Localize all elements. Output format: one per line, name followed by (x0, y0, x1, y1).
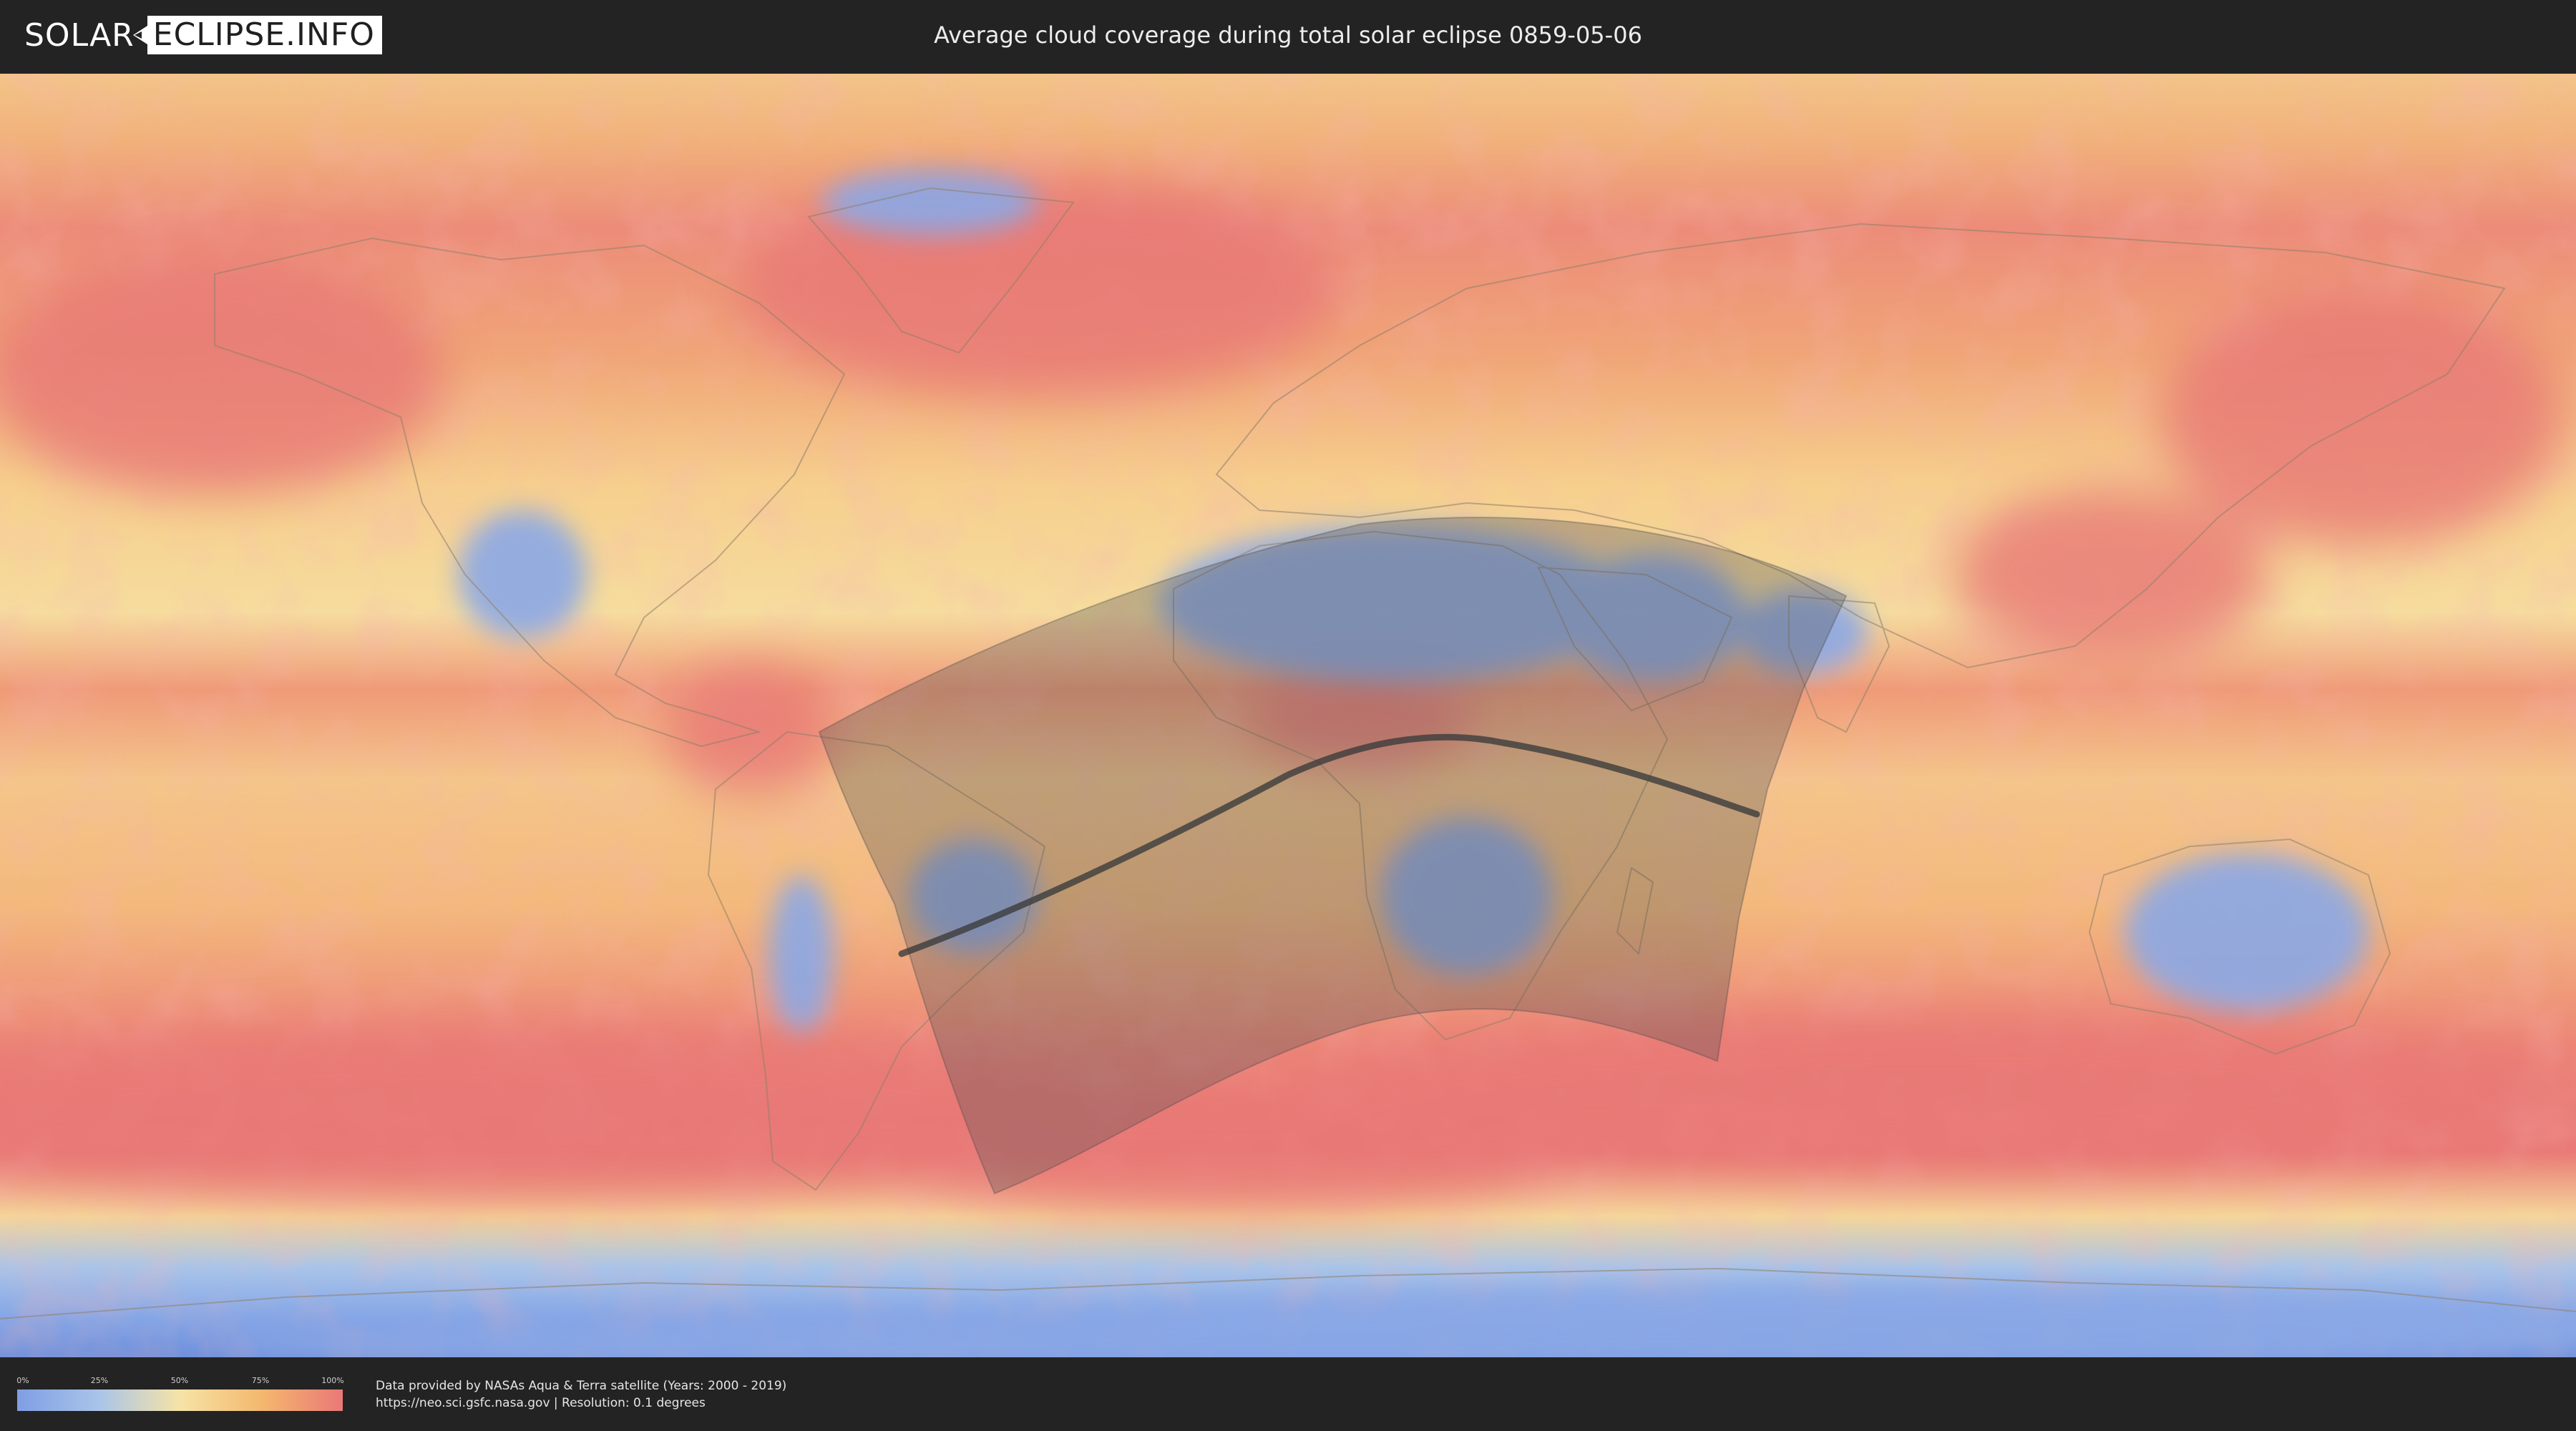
legend-tick-50: 50% (170, 1376, 189, 1385)
page-title: Average cloud coverage during total sola… (934, 21, 1642, 49)
footer-bar: 0% 25% 50% 75% 100% Data provided by NAS… (0, 1357, 2576, 1431)
legend-tick-0: 0% (16, 1376, 29, 1385)
cloud-map-svg[interactable] (0, 74, 2576, 1357)
legend-tick-100: 100% (321, 1376, 344, 1385)
header-bar: SOLAR ECLIPSE.INFO Average cloud coverag… (0, 0, 2576, 72)
legend-tick-75: 75% (251, 1376, 270, 1385)
data-source-url[interactable]: https://neo.sci.gsfc.nasa.gov | Resoluti… (376, 1396, 706, 1410)
data-source-credit: Data provided by NASAs Aqua & Terra sate… (376, 1379, 787, 1393)
legend-tick-25: 25% (90, 1376, 109, 1385)
cloud-coverage-map[interactable] (0, 74, 2576, 1357)
legend-color-scale (17, 1390, 343, 1411)
